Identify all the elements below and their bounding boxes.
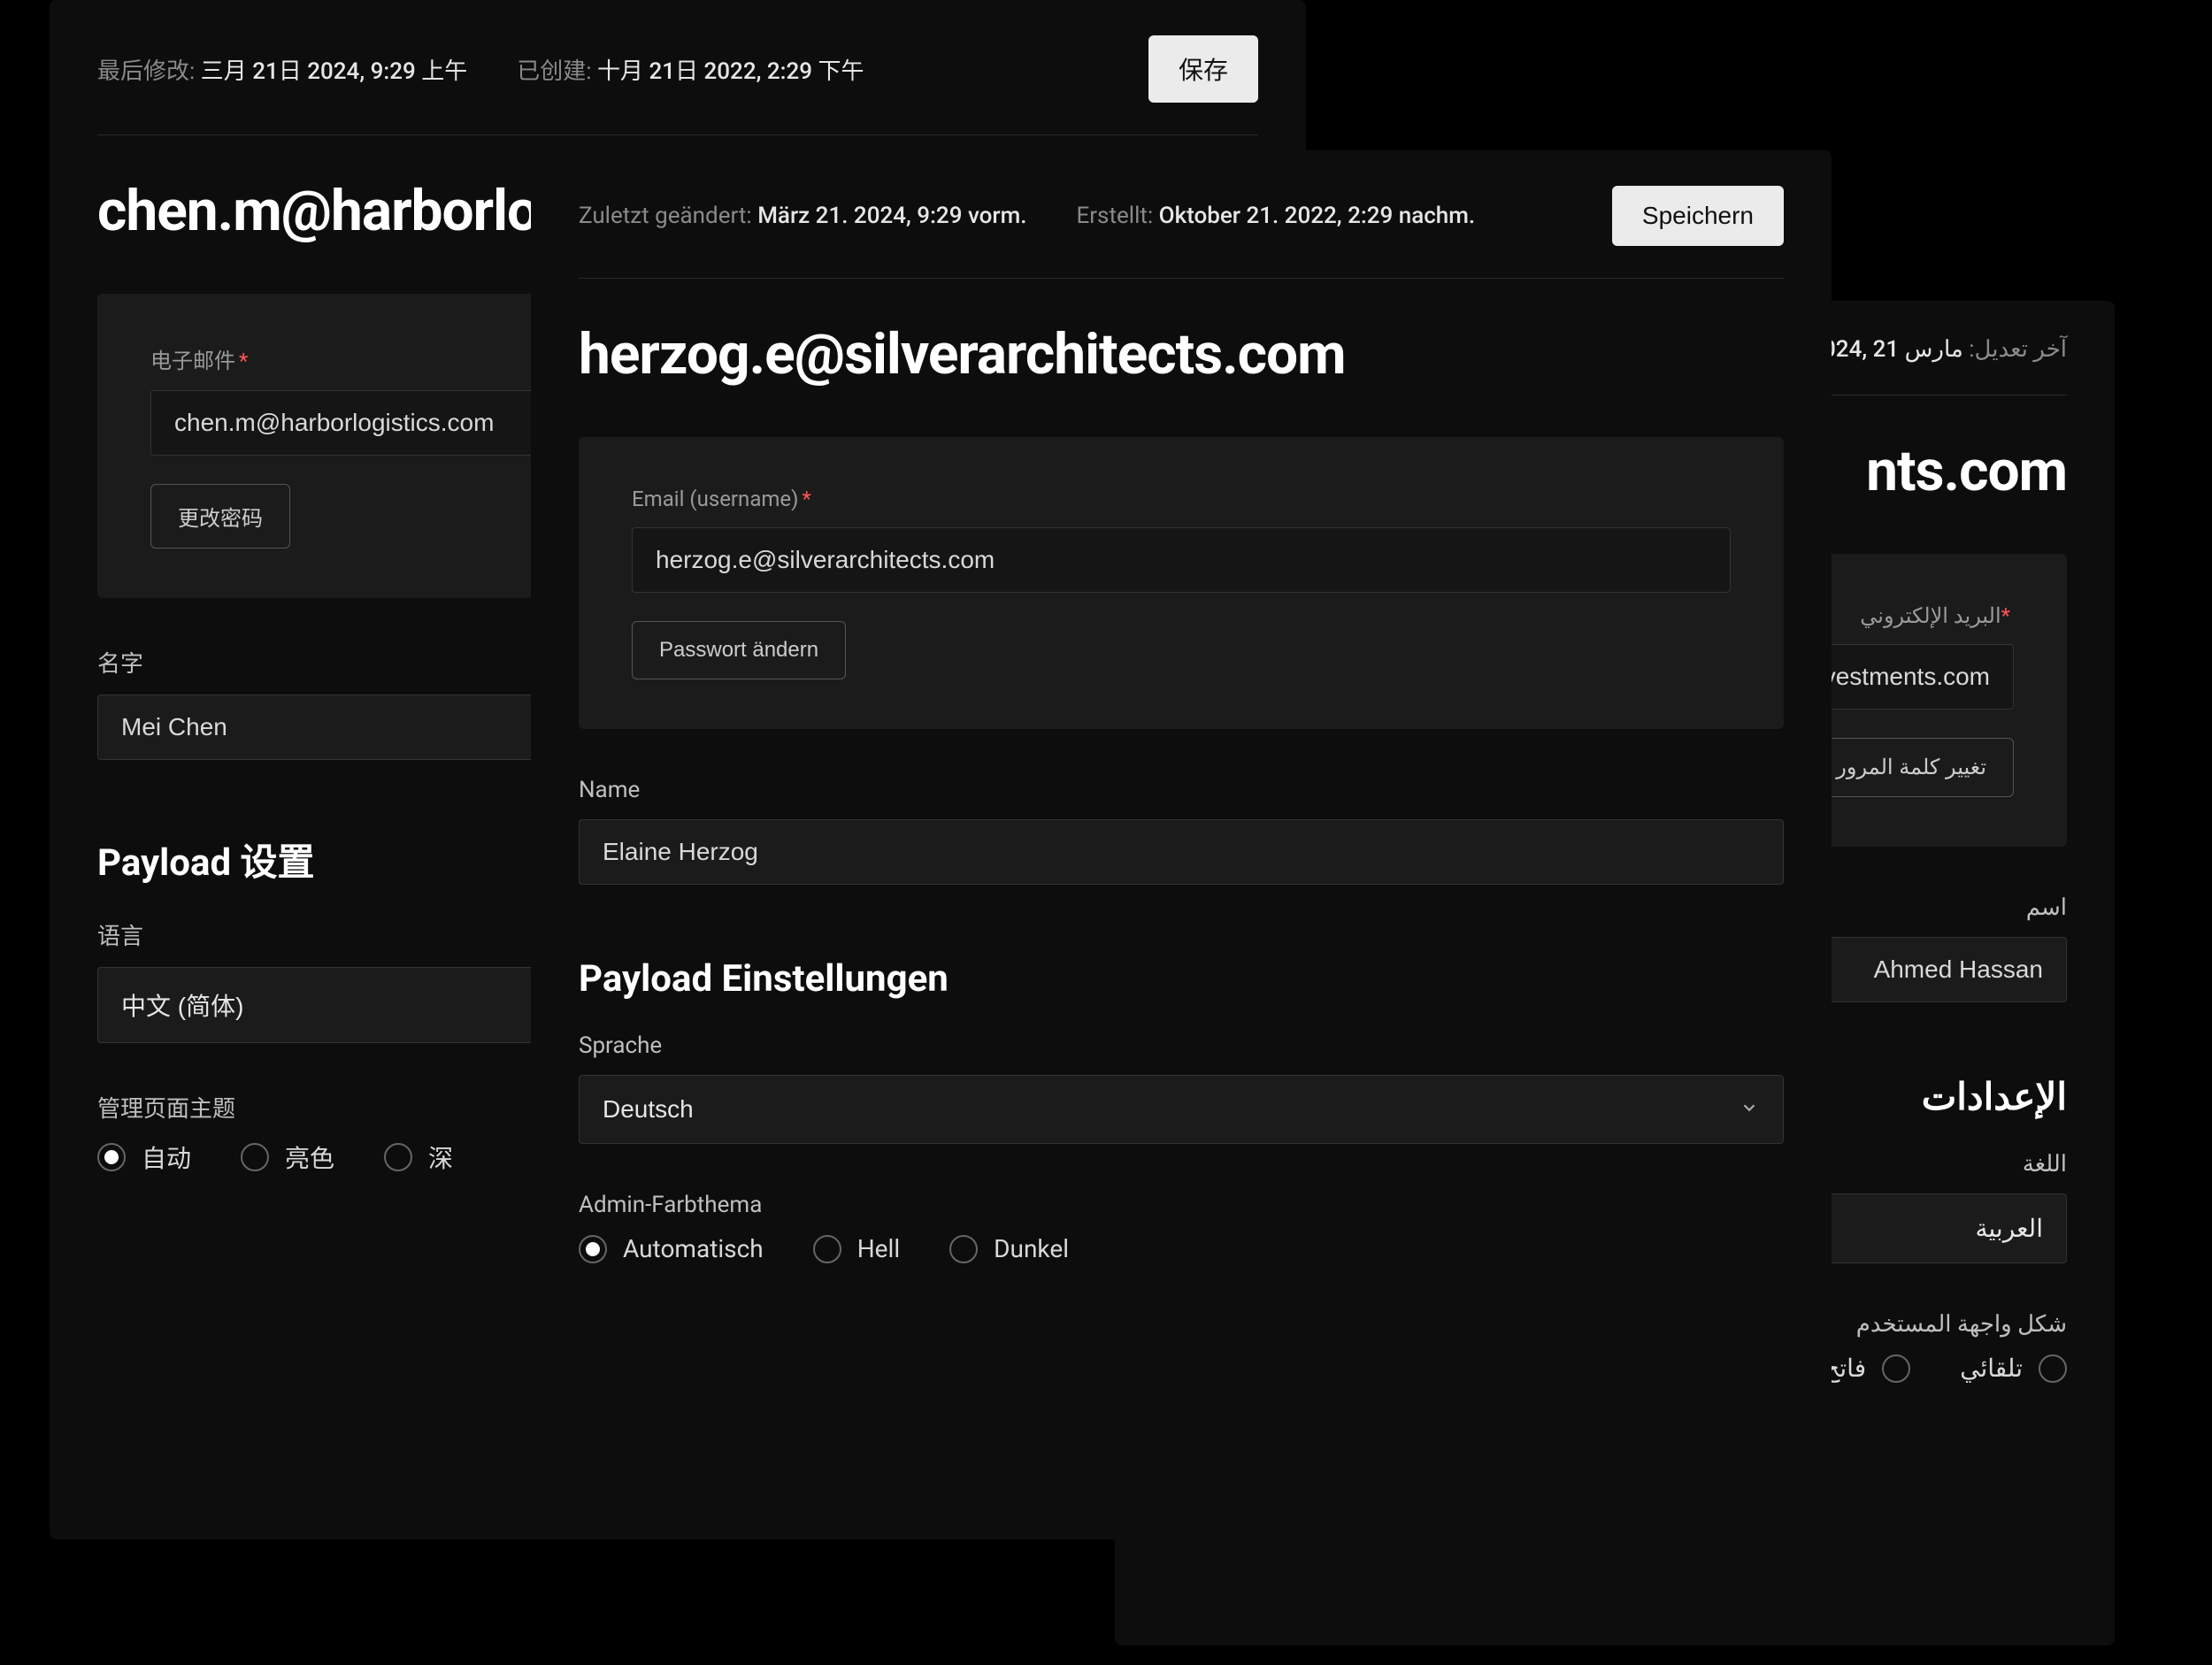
created-value: Oktober 21. 2022, 2:29 nachm. bbox=[1159, 203, 1475, 229]
name-field[interactable] bbox=[579, 819, 1784, 885]
email-field[interactable] bbox=[632, 527, 1731, 593]
email-label: Email (username)* bbox=[632, 487, 1731, 511]
last-modified: Zuletzt geändert: März 21. 2024, 9:29 vo… bbox=[579, 203, 1026, 229]
last-modified: 最后修改: 三月 21日 2024, 9:29 上午 bbox=[97, 53, 467, 86]
required-marker: * bbox=[803, 487, 811, 511]
change-password-button[interactable]: تغيير كلمة المرور bbox=[1809, 738, 2014, 797]
theme-radio-group: Automatisch Hell Dunkel bbox=[579, 1234, 1784, 1263]
theme-label: Admin-Farbthema bbox=[579, 1192, 1784, 1218]
radio-label: Automatisch bbox=[623, 1234, 764, 1263]
change-password-button[interactable]: 更改密码 bbox=[150, 484, 290, 549]
theme-radio-dark[interactable]: 深 bbox=[384, 1139, 453, 1175]
radio-icon bbox=[1882, 1354, 1910, 1383]
radio-label: Hell bbox=[857, 1234, 900, 1263]
required-marker: * bbox=[2001, 603, 2010, 628]
last-modified-label: Zuletzt geändert: bbox=[579, 203, 757, 229]
last-modified: آخر تعديل: مارس 21 ,2024, bbox=[1804, 336, 2067, 363]
created-label: 已创建: bbox=[517, 58, 597, 85]
radio-label: Dunkel bbox=[994, 1234, 1069, 1263]
theme-radio-light[interactable]: 亮色 bbox=[241, 1139, 334, 1175]
language-select-wrap: Deutsch bbox=[579, 1075, 1784, 1144]
name-label: Name bbox=[579, 777, 1784, 803]
change-password-button[interactable]: Passwort ändern bbox=[632, 621, 846, 679]
radio-label: 深 bbox=[428, 1139, 453, 1175]
credentials-card: Email (username)* Passwort ändern bbox=[579, 437, 1784, 729]
language-label: Sprache bbox=[579, 1032, 1784, 1059]
meta-group: آخر تعديل: مارس 21 ,2024, bbox=[1804, 336, 2067, 363]
radio-icon bbox=[579, 1235, 607, 1263]
radio-label: 亮色 bbox=[285, 1139, 334, 1175]
theme-radio-light[interactable]: فاتح bbox=[1824, 1354, 1910, 1383]
save-button[interactable]: 保存 bbox=[1148, 35, 1258, 103]
last-modified-label: آخر تعديل: bbox=[1963, 336, 2067, 363]
theme-radio-light[interactable]: Hell bbox=[813, 1234, 900, 1263]
panel-header: 最后修改: 三月 21日 2024, 9:29 上午 已创建: 十月 21日 2… bbox=[97, 35, 1258, 135]
created-value: 十月 21日 2022, 2:29 下午 bbox=[597, 58, 864, 85]
theme-radio-auto[interactable]: 自动 bbox=[97, 1139, 191, 1175]
radio-icon bbox=[384, 1143, 412, 1171]
settings-title: Payload Einstellungen bbox=[579, 957, 1784, 1001]
meta-group: 最后修改: 三月 21日 2024, 9:29 上午 已创建: 十月 21日 2… bbox=[97, 53, 864, 86]
last-modified-value: März 21. 2024, 9:29 vorm. bbox=[757, 203, 1026, 229]
settings-panel-de: Zuletzt geändert: März 21. 2024, 9:29 vo… bbox=[531, 150, 1832, 1513]
save-button[interactable]: Speichern bbox=[1612, 186, 1784, 246]
radio-label: تلقائي bbox=[1960, 1354, 2023, 1383]
radio-icon bbox=[2039, 1354, 2067, 1383]
created-label: Erstellt: bbox=[1076, 203, 1158, 229]
theme-radio-auto[interactable]: Automatisch bbox=[579, 1234, 764, 1263]
radio-icon bbox=[241, 1143, 269, 1171]
created: Erstellt: Oktober 21. 2022, 2:29 nachm. bbox=[1076, 203, 1475, 229]
radio-icon bbox=[97, 1143, 126, 1171]
theme-radio-dark[interactable]: Dunkel bbox=[949, 1234, 1069, 1263]
name-field-block: Name bbox=[579, 777, 1784, 913]
meta-group: Zuletzt geändert: März 21. 2024, 9:29 vo… bbox=[579, 203, 1475, 229]
last-modified-label: 最后修改: bbox=[97, 58, 201, 85]
radio-icon bbox=[813, 1235, 841, 1263]
radio-icon bbox=[949, 1235, 978, 1263]
language-select[interactable]: Deutsch bbox=[579, 1075, 1784, 1144]
last-modified-value: 三月 21日 2024, 9:29 上午 bbox=[201, 58, 468, 85]
radio-label: 自动 bbox=[142, 1139, 191, 1175]
created: 已创建: 十月 21日 2022, 2:29 下午 bbox=[517, 53, 864, 86]
panel-header: Zuletzt geändert: März 21. 2024, 9:29 vo… bbox=[579, 186, 1784, 279]
required-marker: * bbox=[239, 349, 248, 373]
theme-radio-auto[interactable]: تلقائي bbox=[1960, 1354, 2067, 1383]
page-title: herzog.e@silverarchitects.com bbox=[579, 321, 1784, 387]
